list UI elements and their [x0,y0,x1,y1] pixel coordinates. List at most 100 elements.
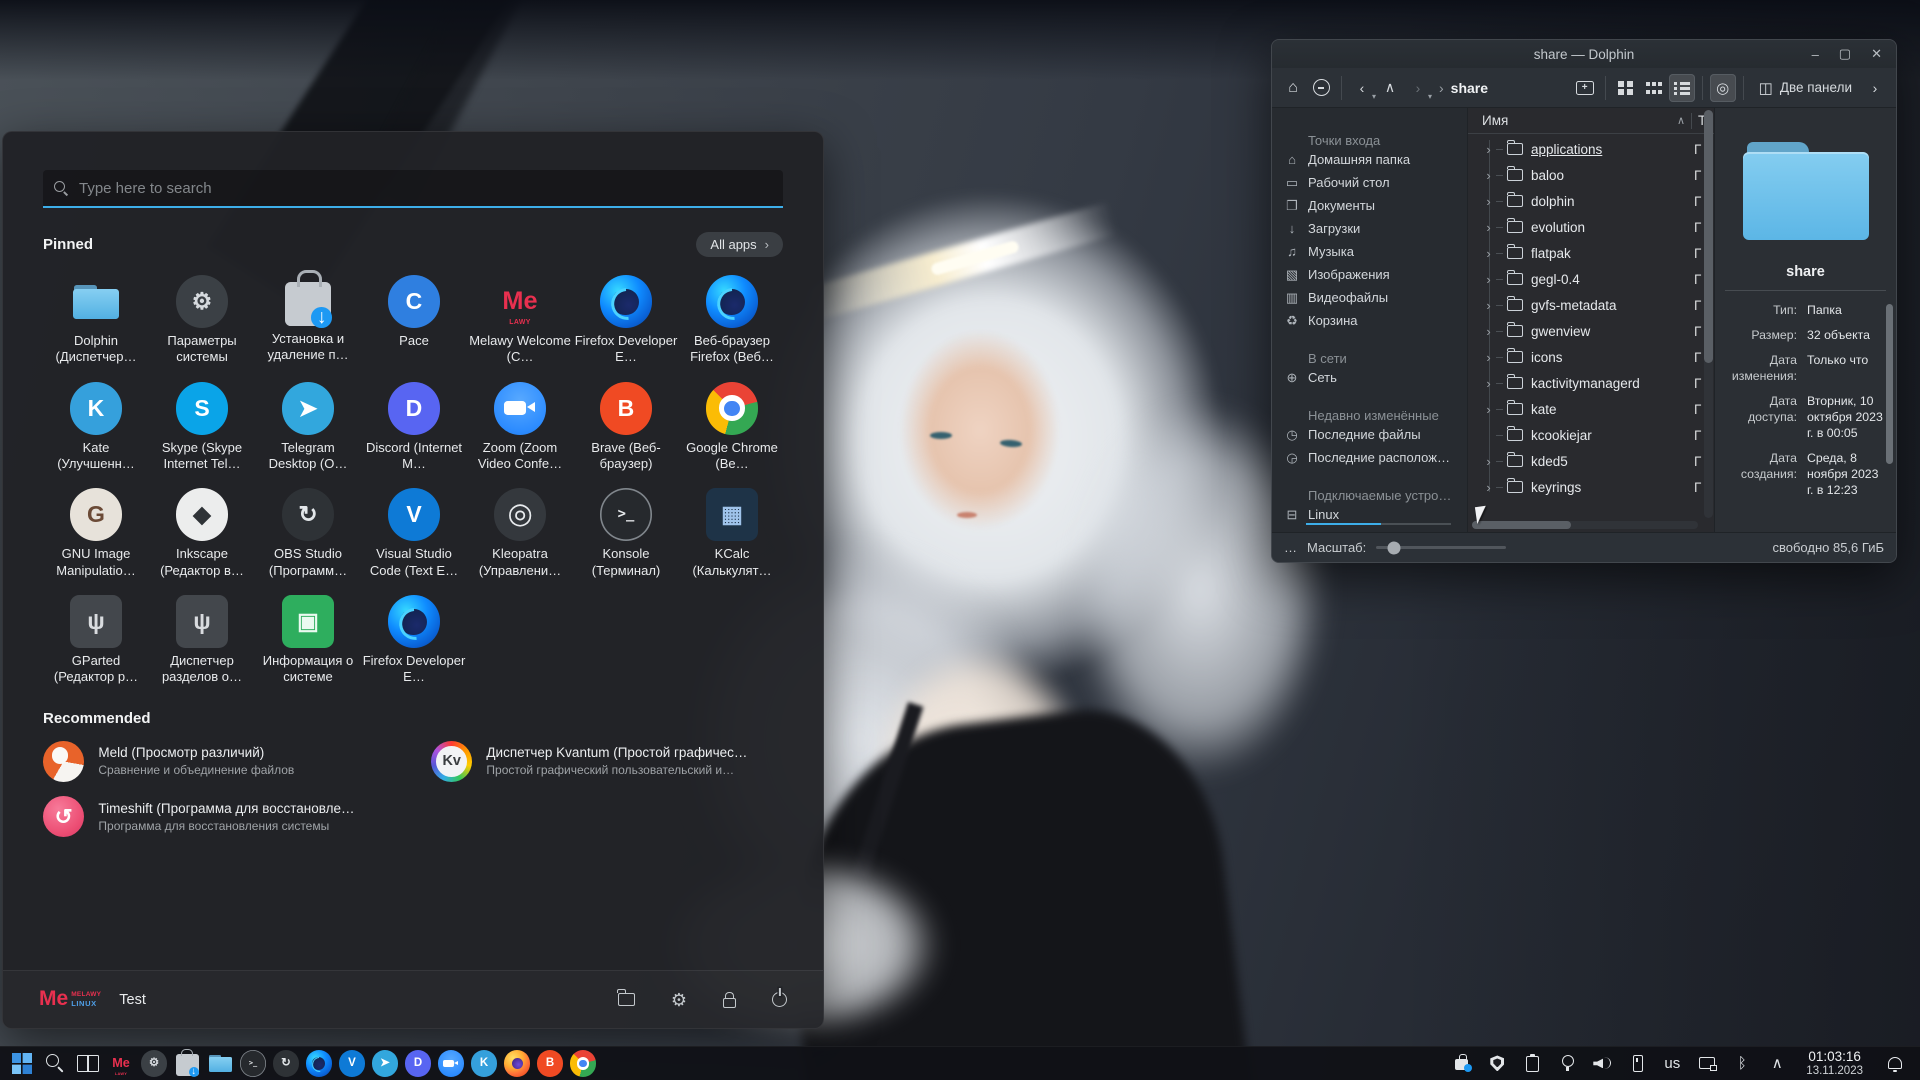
updates-icon[interactable] [1452,1053,1472,1073]
file-row[interactable]: › gvfs-metadata Г [1468,292,1714,318]
app-chrome[interactable]: Google Chrome (Ве… [679,382,785,473]
breadcrumb-location[interactable]: share [1451,80,1488,96]
app-melawy-welcome[interactable]: Me LAWY Melawy Welcome (C… [467,275,573,366]
file-list-header[interactable]: Имя ∧ Т [1468,108,1714,134]
melawy-launcher[interactable]: Me LAWY [107,1050,135,1078]
task-obs[interactable]: ↻ [272,1050,300,1078]
device-home[interactable]: ⊟ Home ⏏ [1272,526,1467,532]
close-button[interactable]: ✕ [1871,46,1882,62]
icons-view-button[interactable] [1613,74,1639,102]
search-button[interactable] [41,1050,69,1078]
expand-icon[interactable]: › [1482,220,1495,235]
rec-kvantum[interactable]: Kv Диспетчер Kvantum (Простой графичес… … [431,741,783,782]
file-manager-icon[interactable] [618,993,635,1006]
eject-icon[interactable]: ⏏ [1449,531,1459,532]
app-kcalc[interactable]: ▦ KCalc (Калькулят… [679,488,785,579]
expand-icon[interactable]: › [1482,324,1495,339]
expand-icon[interactable]: › [1482,480,1495,495]
expand-icon[interactable]: › [1482,194,1495,209]
app-inkscape[interactable]: ◆ Inkscape (Редактор в… [149,488,255,579]
night-color-icon[interactable] [1557,1053,1577,1073]
app-telegram[interactable]: ➤ Telegram Desktop (O… [255,382,361,473]
task-firefox[interactable] [503,1050,531,1078]
file-row[interactable]: › icons Г [1468,344,1714,370]
keyboard-layout[interactable]: us [1662,1053,1682,1073]
app-firefox-developer-2[interactable]: Firefox Developer E… [361,595,467,686]
horizontal-scrollbar[interactable] [1472,521,1698,529]
task-vscode[interactable]: V [338,1050,366,1078]
place-documents[interactable]: ❐ Документы [1272,194,1467,217]
file-row[interactable]: › kactivitymanagerd Г [1468,370,1714,396]
app-skype[interactable]: S Skype (Skype Internet Tel… [149,382,255,473]
file-row[interactable]: › gwenview Г [1468,318,1714,344]
expand-icon[interactable]: › [1482,298,1495,313]
file-row[interactable]: › dolphin Г [1468,188,1714,214]
split-view-button[interactable]: ◫ Две панели [1751,74,1860,102]
task-discord[interactable]: D [404,1050,432,1078]
toolbar-more-button[interactable]: › [1862,74,1888,102]
zoom-slider[interactable] [1376,546,1506,549]
column-name[interactable]: Имя [1482,113,1677,128]
lock-icon[interactable] [723,998,736,1008]
places-header-devices[interactable]: Подключаемые устройства [1272,477,1467,503]
expand-icon[interactable]: › [1482,246,1495,261]
expand-icon[interactable]: › [1482,350,1495,365]
file-row[interactable]: › kate Г [1468,396,1714,422]
app-gparted[interactable]: ψ GParted (Редактор р… [43,595,149,686]
file-row[interactable]: › kcookiejar Г [1468,422,1714,448]
app-firefox-web[interactable]: Веб-браузер Firefox (Веб… [679,275,785,366]
place-pictures[interactable]: ▧ Изображения [1272,263,1467,286]
file-row[interactable]: › evolution Г [1468,214,1714,240]
place-desktop[interactable]: ▭ Рабочий стол [1272,171,1467,194]
app-brave[interactable]: B Brave (Веб-браузер) [573,382,679,473]
zoom-slider-knob[interactable] [1388,541,1401,554]
new-tab-button[interactable]: + [1572,74,1598,102]
security-icon[interactable] [1487,1053,1507,1073]
app-kleopatra[interactable]: ◎ Kleopatra (Управлени… [467,488,573,579]
file-row[interactable]: › keyrings Г [1468,474,1714,500]
tray-expand-icon[interactable]: ∧ [1767,1053,1787,1073]
places-header-entry-points[interactable]: Точки входа [1272,122,1467,148]
expand-icon[interactable]: › [1482,168,1495,183]
app-discord[interactable]: D Discord (Internet M… [361,382,467,473]
file-row[interactable]: › gegl-0.4 Г [1468,266,1714,292]
places-header-network[interactable]: В сети [1272,340,1467,366]
compact-view-button[interactable] [1641,74,1667,102]
app-sysinfo[interactable]: ▣ Информация о системе [255,595,361,686]
expand-icon[interactable]: › [1482,376,1495,391]
start-button[interactable] [8,1050,36,1078]
up-button[interactable]: ∧ [1377,74,1403,102]
maximize-button[interactable]: ▢ [1839,46,1851,62]
forward-button[interactable]: › ▾ [1405,74,1431,102]
rec-timeshift[interactable]: ↺ Timeshift (Программа для восстановле… … [43,796,395,837]
volume-icon[interactable] [1592,1053,1612,1073]
info-scrollbar[interactable] [1886,304,1893,464]
preview-button[interactable]: ◎ [1710,74,1736,102]
app-partitionmanager[interactable]: ψ Диспетчер разделов о… [149,595,255,686]
minimize-button[interactable]: – [1812,47,1819,62]
column-divider[interactable] [1691,113,1692,129]
place-home[interactable]: ⌂ Домашняя папка [1272,148,1467,171]
screen-share-icon[interactable] [1697,1053,1717,1073]
all-apps-button[interactable]: All apps › [696,232,783,257]
breadcrumb[interactable]: › share [1439,80,1488,96]
app-pace[interactable]: C Pace [361,275,467,366]
app-software-install[interactable]: ↓ Установка и удаление п… [255,275,361,366]
clock[interactable]: 01:03:16 13.11.2023 [1806,1049,1863,1078]
bluetooth-icon[interactable]: ᛒ [1732,1053,1752,1073]
app-konsole[interactable]: >_ Konsole (Терминал) [573,488,679,579]
file-row[interactable]: › baloo Г [1468,162,1714,188]
power-icon[interactable] [772,992,787,1007]
clipboard-icon[interactable] [1522,1053,1542,1073]
app-gimp[interactable]: G GNU Image Manipulatio… [43,488,149,579]
home-button[interactable]: ⌂ [1280,74,1306,102]
app-kate[interactable]: K Kate (Улучшенн… [43,382,149,473]
place-recent-locations[interactable]: ◶ Последние расположения [1272,446,1467,469]
user-folder-button[interactable] [1308,74,1334,102]
task-konsole[interactable]: >_ [239,1050,267,1078]
app-zoom[interactable]: Zoom (Zoom Video Confe… [467,382,573,473]
task-dolphin[interactable] [206,1050,234,1078]
expand-icon[interactable]: › [1482,402,1495,417]
app-obs[interactable]: ↻ OBS Studio (Программ… [255,488,361,579]
task-chrome[interactable] [569,1050,597,1078]
